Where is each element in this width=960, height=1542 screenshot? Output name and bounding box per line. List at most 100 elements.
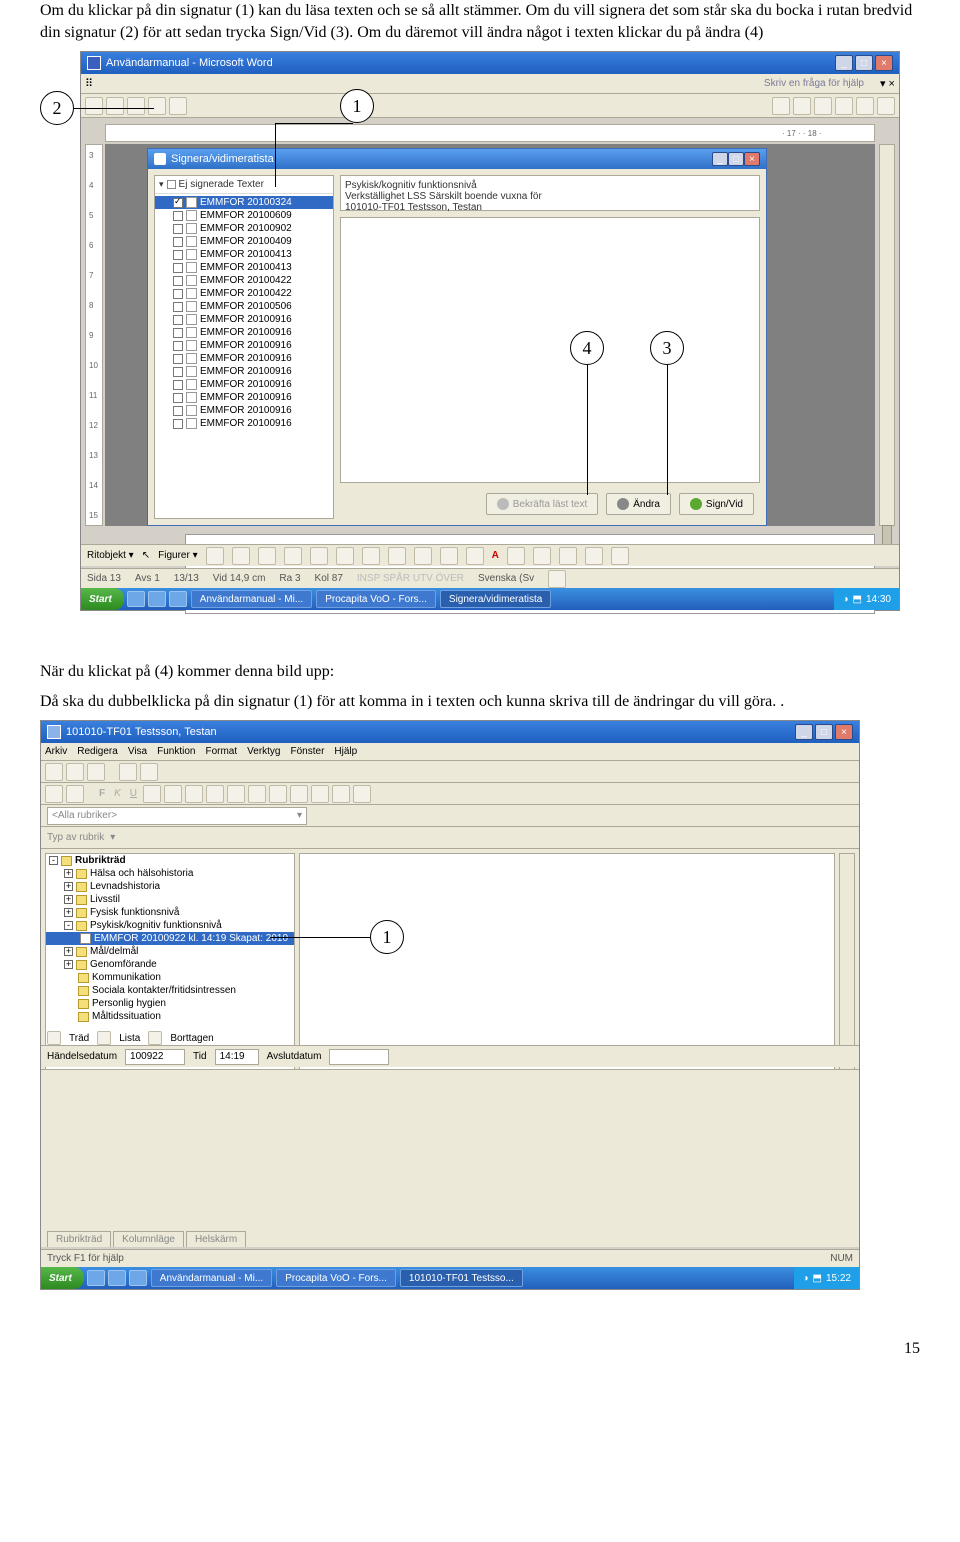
toolbar-button[interactable] [185,785,203,803]
mode-tab[interactable]: Helskärm [186,1231,246,1247]
sidebar-item[interactable]: +Fysisk funktionsnivå [46,906,294,919]
taskbar-item-signera[interactable]: Signera/vidimeratista [440,590,551,608]
toolbar-button[interactable] [164,785,182,803]
app-menubar[interactable]: ArkivRedigeraVisaFunktionFormatVerktygFö… [41,743,859,761]
toolbar-button[interactable] [127,97,145,115]
align-right-icon[interactable] [814,97,832,115]
sidebar-item[interactable]: +Mål/delmål [46,945,294,958]
dash-icon[interactable] [533,547,551,565]
system-tray[interactable]: ◑ ⬒ 14:30 [834,588,899,610]
toolbar-button[interactable] [332,785,350,803]
italic-icon[interactable]: K [111,788,124,799]
tree-item[interactable]: EMMFOR 20100506 [155,300,333,313]
maximize-icon[interactable]: □ [815,724,833,740]
toolbar-button[interactable] [148,97,166,115]
bullets-icon[interactable] [835,97,853,115]
borttagen-tab[interactable]: Borttagen [170,1033,213,1044]
toolbar-button[interactable] [290,785,308,803]
ritobjekt-menu[interactable]: Ritobjekt ▾ [87,550,134,561]
signature-tree[interactable]: ▾ Ej signerade Texter EMMFOR 20100324EMM… [154,175,334,519]
tree-checkbox[interactable] [173,367,183,377]
quicklaunch-icon[interactable] [148,591,166,607]
sidebar-item[interactable]: Sociala kontakter/fritidsintressen [46,984,294,997]
expand-icon[interactable]: + [64,882,73,891]
toolbar-button[interactable] [269,785,287,803]
dialog-maximize-icon[interactable]: □ [728,152,744,166]
indent-icon[interactable] [877,97,895,115]
close-icon[interactable]: × [835,724,853,740]
minimize-icon[interactable]: _ [795,724,813,740]
start-button[interactable]: Start [41,1267,84,1289]
minimize-icon[interactable]: _ [835,55,853,71]
tree-checkbox[interactable] [173,237,183,247]
toolbar-button[interactable] [140,763,158,781]
toolbar-button[interactable] [353,785,371,803]
picture-icon[interactable] [414,547,432,565]
tree-item[interactable]: EMMFOR 20100916 [155,417,333,430]
quicklaunch-icon[interactable] [169,591,187,607]
help-close-icon[interactable]: ▾ × [880,77,895,90]
tray-icon[interactable]: ⬒ [853,594,862,605]
fillcolor-icon[interactable] [440,547,458,565]
toolbar-button[interactable] [143,785,161,803]
taskbar-item-word[interactable]: Användarmanual - Mi... [191,590,312,608]
taskbar-item-procapita[interactable]: Procapita VoO - Fors... [276,1269,396,1287]
tree-item[interactable]: EMMFOR 20100916 [155,404,333,417]
avslutdatum-field[interactable] [329,1049,389,1065]
borttagen-tab-icon[interactable] [148,1031,162,1045]
tree-checkbox[interactable] [173,276,183,286]
tree-checkbox[interactable] [173,354,183,364]
rect-icon[interactable] [258,547,276,565]
taskbar-item-procapita[interactable]: Procapita VoO - Fors... [316,590,436,608]
pointer-icon[interactable]: ↖ [142,550,150,561]
expand-icon[interactable]: + [64,908,73,917]
tree-checkbox[interactable] [173,289,183,299]
chevron-down-icon[interactable]: ▾ [110,832,115,843]
word-menu-item[interactable]: ⠿ [85,77,93,90]
handelsedatum-field[interactable]: 100922 [125,1049,185,1065]
tree-checkbox[interactable] [173,198,183,208]
textbox-icon[interactable] [310,547,328,565]
dialog-close-icon[interactable]: × [744,152,760,166]
quicklaunch-ie-icon[interactable] [127,591,145,607]
line-icon[interactable] [206,547,224,565]
underline-icon[interactable]: U [127,788,140,799]
toolbar-button[interactable] [87,763,105,781]
expand-icon[interactable]: + [64,947,73,956]
tree-item[interactable]: EMMFOR 20100902 [155,222,333,235]
maximize-icon[interactable]: □ [855,55,873,71]
tray-icon[interactable]: ⬒ [813,1273,822,1284]
tree-item[interactable]: EMMFOR 20100916 [155,313,333,326]
word-menubar[interactable]: ⠿ Skriv en fråga för hjälp ▾ × [81,74,899,94]
expand-icon[interactable]: + [64,895,73,904]
help-prompt[interactable]: Skriv en fråga för hjälp [764,78,864,89]
tree-item[interactable]: EMMFOR 20100609 [155,209,333,222]
sidebar-item[interactable]: -Psykisk/kognitiv funktionsnivå [46,919,294,932]
quicklaunch-icon[interactable] [129,1270,147,1286]
align-center-icon[interactable] [793,97,811,115]
tree-checkbox[interactable] [173,380,183,390]
menu-item[interactable]: Verktyg [247,746,280,757]
tree-checkbox[interactable] [173,406,183,416]
arrow-icon[interactable] [232,547,250,565]
toolbar-button[interactable] [227,785,245,803]
tree-item[interactable]: EMMFOR 20100413 [155,261,333,274]
sidebar-item[interactable]: +Levnadshistoria [46,880,294,893]
mode-tab[interactable]: Rubrikträd [47,1231,111,1247]
tree-checkbox[interactable] [173,250,183,260]
expand-icon[interactable]: - [49,856,58,865]
tree-checkbox[interactable] [173,224,183,234]
trad-tab-icon[interactable] [47,1031,61,1045]
menu-item[interactable]: Visa [128,746,147,757]
toolbar-button[interactable] [206,785,224,803]
menu-item[interactable]: Funktion [157,746,195,757]
tree-header[interactable]: ▾ Ej signerade Texter [155,176,333,194]
tree-checkbox[interactable] [173,211,183,221]
trad-tab[interactable]: Träd [69,1033,89,1044]
tree-checkbox[interactable] [173,341,183,351]
sidebar-item[interactable]: -Rubrikträd [46,854,294,867]
lista-tab-icon[interactable] [97,1031,111,1045]
tray-icon[interactable]: ◑ [802,1273,808,1284]
tree-checkbox[interactable] [173,302,183,312]
dialog-minimize-icon[interactable]: _ [712,152,728,166]
